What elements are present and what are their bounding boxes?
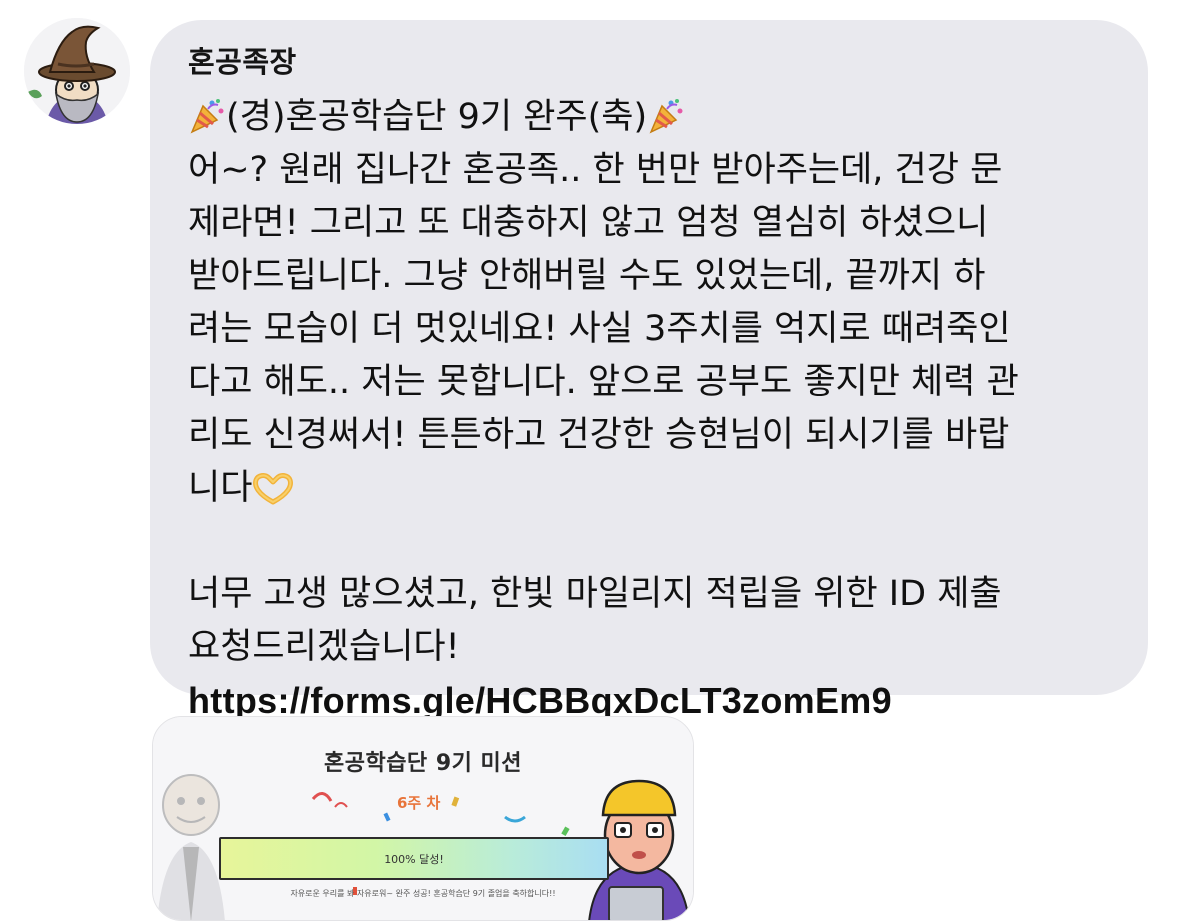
avatar[interactable] <box>24 18 130 124</box>
party-popper-icon <box>649 99 683 134</box>
message-line: 려는 모습이 더 멋있네요! 사실 3주치를 억지로 때려죽인 <box>188 309 1011 349</box>
message-headline: (경)혼공학습단 9기 완주(축) <box>226 97 648 137</box>
progress-bar: 100% 달성! <box>219 837 609 880</box>
progress-text: 100% 달성! <box>384 853 444 866</box>
message-line: 너무 고생 많으셨고, 한빛 마일리지 적립을 위한 ID 제출 <box>188 574 1002 614</box>
message-line: 어~? 원래 집나간 혼공족.. 한 번만 받아주는데, 건강 문 <box>188 150 1003 190</box>
message-line: 니다 <box>188 462 1118 515</box>
message-line: 요청드리겠습니다! <box>188 627 460 667</box>
message-line-text: 니다 <box>188 468 253 508</box>
party-popper-icon <box>190 99 224 134</box>
message-body: (경)혼공학습단 9기 완주(축) 어~? 원래 집나간 혼공족.. 한 번만 … <box>188 91 1118 727</box>
wizard-avatar-icon <box>24 18 130 124</box>
author-name[interactable]: 혼공족장 <box>188 42 1118 82</box>
mission-title: 혼공학습단 9기 미션 <box>323 751 523 776</box>
mission-week: 6주 차 <box>397 794 441 812</box>
message-line: 제라면! 그리고 또 대충하지 않고 엄청 열심히 하셨으니 <box>188 203 989 243</box>
message-line: (경)혼공학습단 9기 완주(축) <box>188 91 1118 144</box>
message-line: 리도 신경써서! 튼튼하고 건강한 승현님이 되시기를 바랍 <box>188 415 1010 455</box>
mission-caption: 자유로운 우리를 봐 자유로워~ 완주 성공! 혼공학습단 9기 졸업을 축하합… <box>290 889 556 898</box>
heart-hands-icon <box>253 473 294 505</box>
attached-image[interactable]: 혼공학습단 9기 미션 6주 차 100% 달성! 자유로운 우리를 봐 자유로… <box>152 716 694 921</box>
message-bubble: 혼공족장 (경)혼공학습단 9기 완주(축) 어~? 원래 집나간 혼공족.. … <box>150 20 1148 721</box>
message-line: 받아드립니다. 그냥 안해버릴 수도 있었는데, 끝까지 하 <box>188 256 986 296</box>
message-line: 다고 해도.. 저는 못합니다. 앞으로 공부도 좋지만 체력 관 <box>188 362 1019 402</box>
